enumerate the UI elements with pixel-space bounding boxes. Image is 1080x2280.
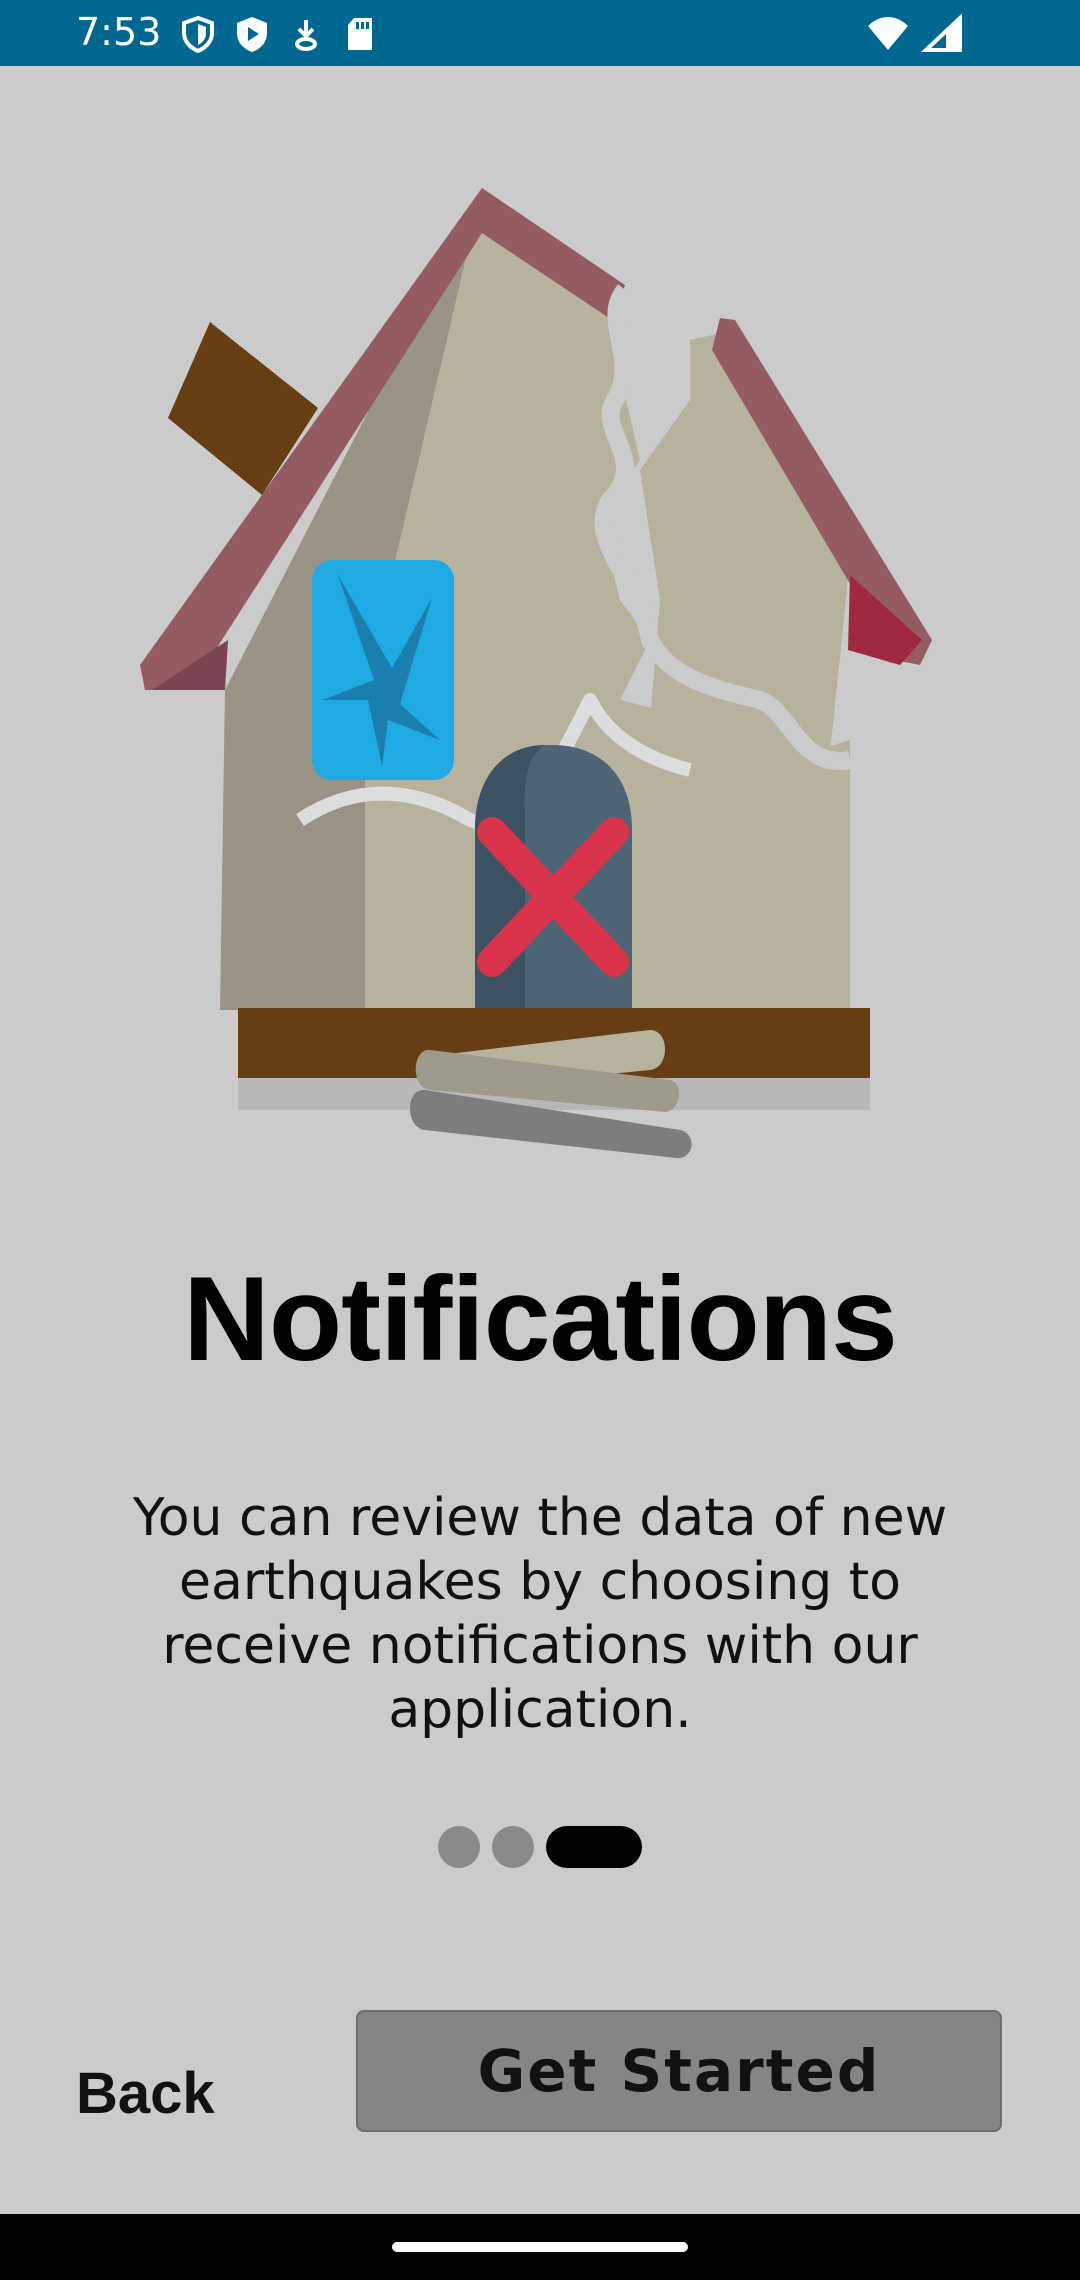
signal-icon <box>920 13 964 54</box>
status-bar: 7:53 <box>0 0 1080 66</box>
page-description: You can review the data of new earthquak… <box>132 1488 948 1740</box>
page-title: Notifications <box>183 1252 898 1386</box>
status-notification-icons <box>178 14 380 54</box>
page-dot-3-active[interactable] <box>546 1826 642 1868</box>
status-system-icons <box>866 13 964 54</box>
download-icon <box>286 14 326 54</box>
play-shield-icon <box>232 14 272 54</box>
damaged-house-icon <box>0 66 1080 1196</box>
get-started-button[interactable]: Get Started <box>356 2010 1002 2132</box>
sd-card-icon <box>340 14 380 54</box>
wifi-icon <box>866 14 910 54</box>
home-handle[interactable] <box>392 2242 688 2252</box>
page-indicator <box>438 1826 642 1868</box>
back-button[interactable]: Back <box>76 2060 215 2127</box>
shield-outline-icon <box>178 14 218 54</box>
page-dot-2[interactable] <box>492 1826 534 1868</box>
status-time: 7:53 <box>76 10 162 54</box>
page-dot-1[interactable] <box>438 1826 480 1868</box>
